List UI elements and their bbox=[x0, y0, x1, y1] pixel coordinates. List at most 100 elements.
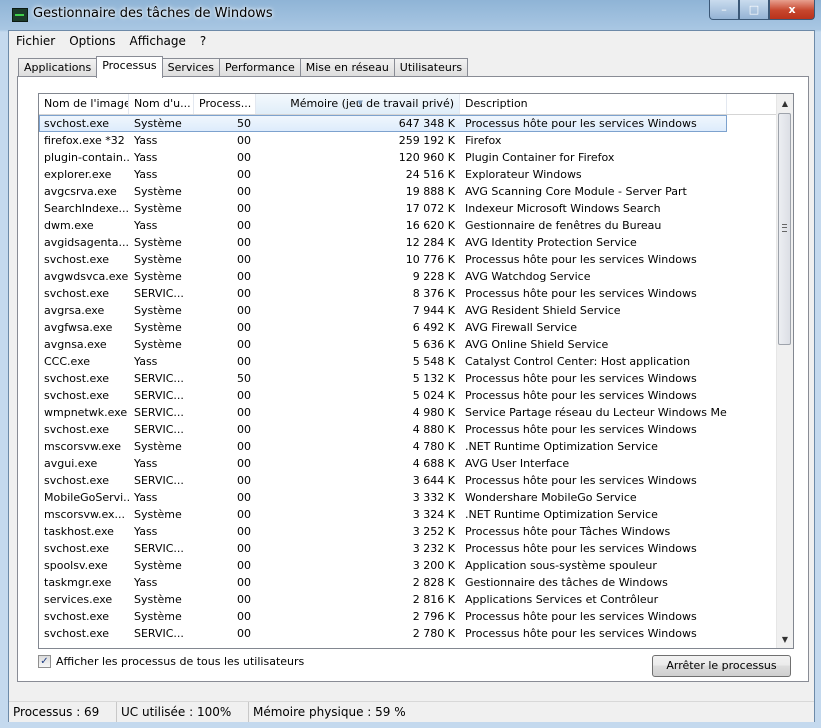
table-row[interactable]: svchost.exe Système 50 647 348 K Processus h… bbox=[39, 115, 727, 132]
table-row[interactable]: svchost.exe SERVIC... 00 4 880 K Processus h… bbox=[39, 421, 777, 438]
cell-cpu: 00 bbox=[237, 219, 251, 232]
table-row[interactable]: svchost.exe SERVIC... 00 3 232 K Processus h… bbox=[39, 540, 777, 557]
cell-user-name: SERVIC... bbox=[134, 406, 184, 419]
cell-user-name: Système bbox=[134, 253, 182, 266]
table-row[interactable]: avgnsa.exe Système 00 5 636 K AVG Online Shi… bbox=[39, 336, 777, 353]
cell-description: Application sous-système spouleur bbox=[465, 559, 657, 572]
menu-help[interactable]: ? bbox=[193, 31, 213, 51]
show-all-users-option[interactable]: ✓ Afficher les processus de tous les uti… bbox=[38, 655, 304, 668]
cell-memory: 4 980 K bbox=[412, 406, 455, 419]
title-bar[interactable]: Gestionnaire des tâches de Windows – □ x bbox=[0, 0, 821, 30]
cell-image-name: avgcsrva.exe bbox=[44, 185, 117, 198]
cell-description: Plugin Container for Firefox bbox=[465, 151, 615, 164]
maximize-button[interactable]: □ bbox=[739, 0, 769, 20]
cell-user-name: SERVIC... bbox=[134, 542, 184, 555]
table-row[interactable]: svchost.exe SERVIC... 00 3 644 K Processus h… bbox=[39, 472, 777, 489]
tab-mise-en-reseau[interactable]: Mise en réseau bbox=[299, 58, 395, 77]
cell-user-name: Système bbox=[134, 440, 182, 453]
cell-cpu: 00 bbox=[237, 525, 251, 538]
column-header-description[interactable]: Description bbox=[460, 94, 727, 114]
close-button[interactable]: x bbox=[769, 0, 815, 20]
table-row[interactable]: CCC.exe Yass 00 5 548 K Catalyst Control Cen… bbox=[39, 353, 777, 370]
cell-memory: 8 376 K bbox=[412, 287, 455, 300]
cell-description: AVG Online Shield Service bbox=[465, 338, 609, 351]
table-row[interactable]: mscorsvw.exe Système 00 4 780 K .NET Runtime… bbox=[39, 438, 777, 455]
process-list[interactable]: Nom de l'image Nom d'u... Process... ▼ Mé… bbox=[38, 93, 794, 649]
table-row[interactable]: avgfwsa.exe Système 00 6 492 K AVG Firewall … bbox=[39, 319, 777, 336]
cell-description: Service Partage réseau du Lecteur Window… bbox=[465, 406, 727, 419]
table-row[interactable]: svchost.exe Système 00 2 796 K Processus hôt… bbox=[39, 608, 777, 625]
table-row[interactable]: avgwdsvca.exe Système 00 9 228 K AVG Watchdo… bbox=[39, 268, 777, 285]
minimize-button[interactable]: – bbox=[709, 0, 739, 20]
table-row[interactable]: wmpnetwk.exe SERVIC... 00 4 980 K Service Pa… bbox=[39, 404, 777, 421]
table-row[interactable]: avgidsagenta... Système 00 12 284 K AVG Iden… bbox=[39, 234, 777, 251]
cell-memory: 16 620 K bbox=[405, 219, 455, 232]
cell-description: Processus hôte pour Tâches Windows bbox=[465, 525, 671, 538]
table-row[interactable]: taskmgr.exe Yass 00 2 828 K Gestionnaire des… bbox=[39, 574, 777, 591]
cell-user-name: SERVIC... bbox=[134, 287, 184, 300]
tab-services[interactable]: Services bbox=[161, 58, 221, 77]
table-row[interactable]: avgcsrva.exe Système 00 19 888 K AVG Scannin… bbox=[39, 183, 777, 200]
cell-description: Gestionnaire de fenêtres du Bureau bbox=[465, 219, 662, 232]
status-process-count: Processus : 69 bbox=[9, 702, 117, 722]
cell-user-name: Yass bbox=[134, 151, 158, 164]
table-row[interactable]: dwm.exe Yass 00 16 620 K Gestionnaire de fen… bbox=[39, 217, 777, 234]
window-controls: – □ x bbox=[709, 0, 815, 20]
table-row[interactable]: explorer.exe Yass 00 24 516 K Explorateur Wi… bbox=[39, 166, 777, 183]
cell-memory: 3 332 K bbox=[412, 491, 455, 504]
cell-image-name: firefox.exe *32 bbox=[44, 134, 125, 147]
cell-cpu: 00 bbox=[237, 287, 251, 300]
table-row[interactable]: mscorsvw.ex... Système 00 3 324 K .NET Runti… bbox=[39, 506, 777, 523]
table-row[interactable]: spoolsv.exe Système 00 3 200 K Application s… bbox=[39, 557, 777, 574]
menu-affichage[interactable]: Affichage bbox=[123, 31, 193, 51]
cell-description: Processus hôte pour les services Windows bbox=[465, 542, 697, 555]
table-row[interactable]: svchost.exe SERVIC... 50 5 132 K Processus h… bbox=[39, 370, 777, 387]
show-all-users-checkbox[interactable]: ✓ bbox=[38, 655, 51, 668]
table-row[interactable]: plugin-contain... Yass 00 120 960 K Plugin C… bbox=[39, 149, 777, 166]
column-header-user-name[interactable]: Nom d'u... bbox=[129, 94, 194, 114]
tab-applications[interactable]: Applications bbox=[18, 58, 98, 77]
cell-user-name: Yass bbox=[134, 134, 158, 147]
table-row[interactable]: avgui.exe Yass 00 4 688 K AVG User Interface bbox=[39, 455, 777, 472]
tab-performance[interactable]: Performance bbox=[219, 58, 301, 77]
column-header-memory-label: Mémoire (jeu de travail privé) bbox=[290, 97, 454, 110]
column-header-memory[interactable]: ▼ Mémoire (jeu de travail privé) bbox=[256, 94, 460, 114]
column-header-empty[interactable] bbox=[727, 94, 777, 114]
show-all-users-label: Afficher les processus de tous les utili… bbox=[56, 655, 305, 668]
table-row[interactable]: SearchIndexe... Système 00 17 072 K Indexeur… bbox=[39, 200, 777, 217]
cell-description: Processus hôte pour les services Windows bbox=[465, 253, 697, 266]
cell-user-name: Système bbox=[134, 338, 182, 351]
client-area: Fichier Options Affichage ? Applications… bbox=[8, 30, 815, 722]
menu-fichier[interactable]: Fichier bbox=[9, 31, 62, 51]
table-row[interactable]: svchost.exe Système 00 10 776 K Processus hô… bbox=[39, 251, 777, 268]
cell-image-name: avgidsagenta... bbox=[44, 236, 129, 249]
table-row[interactable]: svchost.exe SERVIC... 00 8 376 K Processus h… bbox=[39, 285, 777, 302]
column-header-image-name[interactable]: Nom de l'image bbox=[39, 94, 129, 114]
table-row[interactable]: avgrsa.exe Système 00 7 944 K AVG Resident S… bbox=[39, 302, 777, 319]
cell-user-name: Yass bbox=[134, 525, 158, 538]
cell-cpu: 00 bbox=[237, 576, 251, 589]
table-row[interactable]: svchost.exe SERVIC... 00 5 024 K Processus h… bbox=[39, 387, 777, 404]
cell-memory: 2 796 K bbox=[412, 610, 455, 623]
table-row[interactable]: taskhost.exe Yass 00 3 252 K Processus hôte … bbox=[39, 523, 777, 540]
vertical-scrollbar[interactable]: ▲ ▼ bbox=[776, 94, 793, 648]
end-process-button[interactable]: Arrêter le processus bbox=[652, 655, 791, 677]
tab-utilisateurs[interactable]: Utilisateurs bbox=[393, 58, 469, 77]
cell-cpu: 00 bbox=[237, 474, 251, 487]
cell-cpu: 00 bbox=[237, 542, 251, 555]
cell-cpu: 00 bbox=[237, 491, 251, 504]
table-row[interactable]: firefox.exe *32 Yass 00 259 192 K Firefox bbox=[39, 132, 777, 149]
table-row[interactable]: services.exe Système 00 2 816 K Applications… bbox=[39, 591, 777, 608]
table-row[interactable]: svchost.exe SERVIC... 00 2 780 K Processus h… bbox=[39, 625, 777, 642]
cell-description: Firefox bbox=[465, 134, 502, 147]
column-header-cpu[interactable]: Process... bbox=[194, 94, 256, 114]
cell-memory: 3 324 K bbox=[412, 508, 455, 521]
scroll-down-arrow-icon[interactable]: ▼ bbox=[777, 632, 793, 648]
cell-description: AVG Firewall Service bbox=[465, 321, 577, 334]
cell-description: Indexeur Microsoft Windows Search bbox=[465, 202, 661, 215]
table-row[interactable]: MobileGoServi... Yass 00 3 332 K Wondershare… bbox=[39, 489, 777, 506]
menu-options[interactable]: Options bbox=[62, 31, 122, 51]
scrollbar-thumb[interactable] bbox=[778, 113, 791, 345]
tab-processus[interactable]: Processus bbox=[96, 56, 163, 78]
scroll-up-arrow-icon[interactable]: ▲ bbox=[777, 96, 793, 112]
